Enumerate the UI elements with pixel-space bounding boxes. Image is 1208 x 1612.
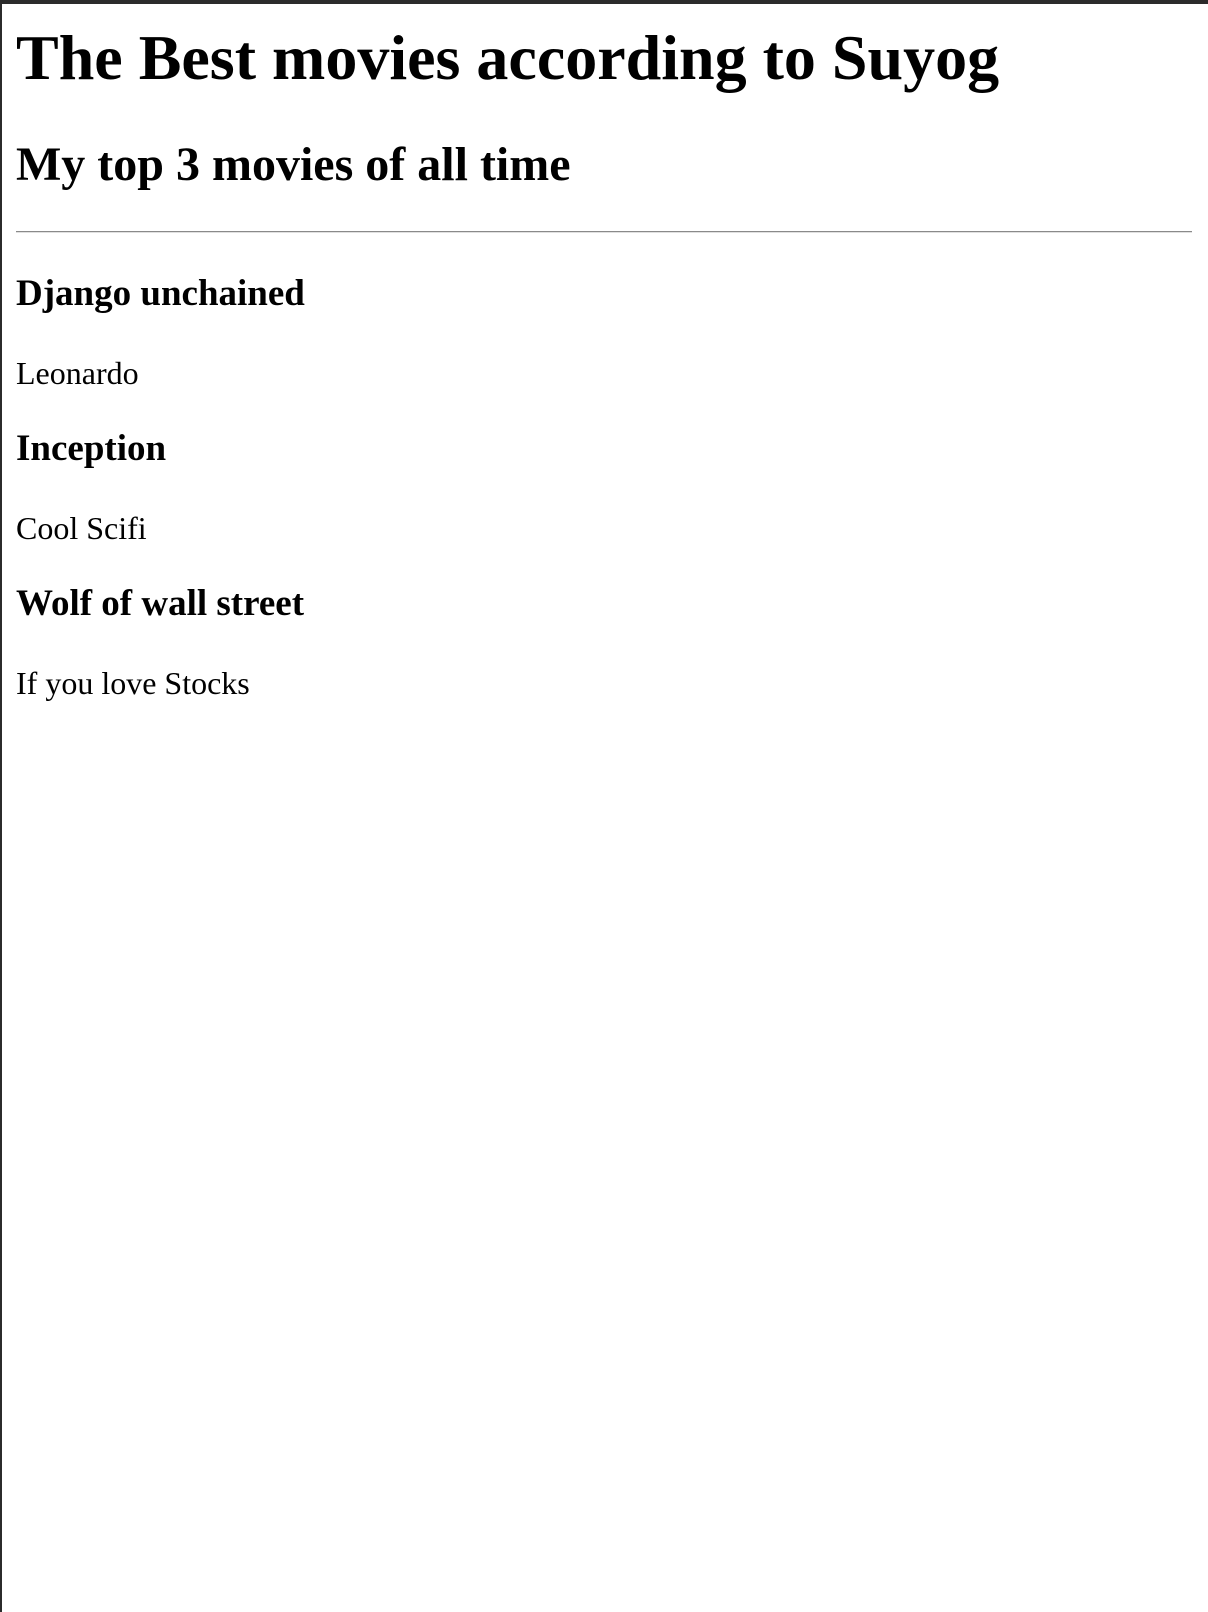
movie-description-django: Leonardo — [16, 355, 139, 391]
horizontal-divider — [16, 231, 1192, 233]
movie-description-inception: Cool Scifi — [16, 510, 147, 546]
movie-title-wolf: Wolf of wall street — [16, 583, 305, 624]
movie-title-inception: Inception — [16, 428, 167, 469]
page-title: The Best movies according to Suyog — [16, 22, 1000, 93]
movie-description-wolf: If you love Stocks — [16, 665, 250, 701]
window-top-border — [0, 0, 1208, 4]
page-subtitle: My top 3 movies of all time — [16, 138, 571, 191]
window-left-border — [0, 0, 2, 1612]
movie-title-django: Django unchained — [16, 273, 305, 314]
